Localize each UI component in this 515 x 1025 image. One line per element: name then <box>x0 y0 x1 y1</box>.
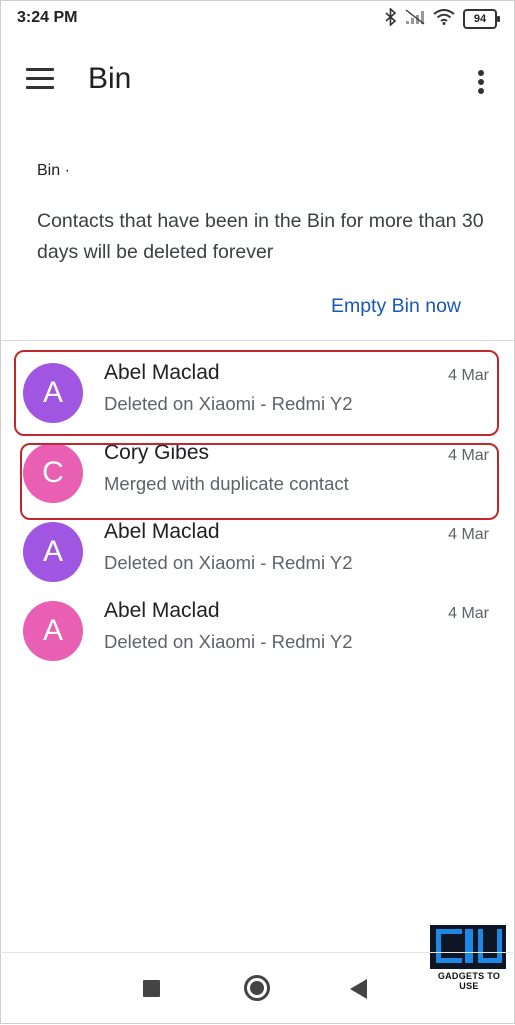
contact-detail: Deleted on Xiaomi - Redmi Y2 <box>104 393 353 414</box>
contact-detail: Merged with duplicate contact <box>104 473 349 494</box>
breadcrumb: Bin · <box>37 162 70 179</box>
wifi-icon <box>433 8 455 30</box>
bin-info-text: Contacts that have been in the Bin for m… <box>37 210 484 263</box>
contact-row[interactable]: C Cory Gibes Merged with duplicate conta… <box>0 431 515 511</box>
page-title: Bin <box>88 62 132 95</box>
contact-detail: Deleted on Xiaomi - Redmi Y2 <box>104 552 353 573</box>
status-bar: 3:24 PM 94 <box>0 0 515 38</box>
empty-bin-button[interactable]: Empty Bin now <box>331 295 461 318</box>
contact-name: Abel Maclad <box>104 520 220 543</box>
triangle-back-icon[interactable] <box>350 979 367 999</box>
status-icons: 94 <box>385 7 500 30</box>
contact-row[interactable]: A Abel Maclad Deleted on Xiaomi - Redmi … <box>0 510 515 590</box>
contact-name: Cory Gibes <box>104 441 210 464</box>
contact-name: Abel Maclad <box>104 361 220 384</box>
contact-row[interactable]: A Abel Maclad Deleted on Xiaomi - Redmi … <box>0 589 515 669</box>
battery-indicator: 94 <box>463 9 500 29</box>
contact-date: 4 Mar <box>448 447 489 464</box>
status-time: 3:24 PM <box>17 9 78 26</box>
hamburger-menu-icon[interactable] <box>26 68 54 92</box>
avatar: C <box>23 443 83 503</box>
signal-icon <box>405 8 425 30</box>
bluetooth-icon <box>385 7 397 30</box>
more-vertical-icon[interactable] <box>470 68 492 98</box>
contact-date: 4 Mar <box>448 526 489 543</box>
contact-date: 4 Mar <box>448 367 489 384</box>
app-bar: Bin <box>0 44 515 120</box>
contact-detail: Deleted on Xiaomi - Redmi Y2 <box>104 631 353 652</box>
avatar: A <box>23 601 83 661</box>
system-nav-bar <box>0 952 515 1025</box>
square-icon[interactable] <box>143 980 160 997</box>
circle-icon[interactable] <box>244 975 270 1001</box>
avatar: A <box>23 363 83 423</box>
contact-date: 4 Mar <box>448 605 489 622</box>
divider <box>0 340 515 341</box>
avatar: A <box>23 522 83 582</box>
contact-row[interactable]: A Abel Maclad Deleted on Xiaomi - Redmi … <box>0 351 515 431</box>
contact-name: Abel Maclad <box>104 599 220 622</box>
